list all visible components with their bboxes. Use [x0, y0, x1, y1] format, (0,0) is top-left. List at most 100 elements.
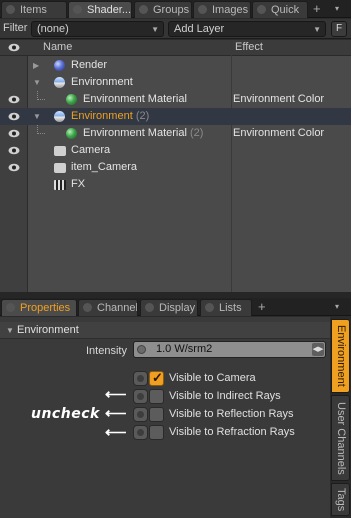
tree-row-environment[interactable]: ▼ Environment	[0, 74, 351, 91]
annotation-arrow-icon: ⟵	[105, 405, 127, 422]
camera-icon	[54, 163, 66, 173]
annotation-arrow-icon: ⟵	[105, 424, 127, 441]
slider-arrows-icon[interactable]: ◀▶	[312, 343, 324, 356]
tab-close-icon[interactable]	[6, 303, 15, 312]
tab-close-icon[interactable]	[6, 5, 15, 14]
side-tab-bar: Environment User Channels Tags	[330, 317, 351, 518]
eye-icon[interactable]	[8, 95, 20, 104]
intensity-field[interactable]: 1.0 W/srm2 ◀▶	[133, 341, 326, 358]
check-label: Visible to Indirect Rays	[169, 390, 281, 402]
collapse-arrow-icon[interactable]: ▼	[33, 108, 41, 125]
tab-lists[interactable]: Lists	[200, 299, 252, 316]
tab-close-icon[interactable]	[205, 303, 214, 312]
material-sphere-icon	[66, 128, 77, 139]
eye-icon[interactable]	[8, 112, 20, 121]
tree-row-camera[interactable]: Camera	[0, 142, 351, 159]
collapse-arrow-icon[interactable]: ▼	[6, 322, 14, 339]
tab-channels[interactable]: Channels	[78, 299, 138, 316]
row-name: Environment Material	[83, 93, 187, 105]
tab-close-icon[interactable]	[83, 303, 92, 312]
intensity-label: Intensity	[86, 345, 127, 357]
tab-properties[interactable]: Properties	[1, 299, 77, 316]
row-name: Camera	[71, 144, 111, 156]
checkbox-visible-to-reflection-rays[interactable]	[149, 407, 164, 422]
animate-dot-icon[interactable]	[133, 407, 148, 422]
material-sphere-icon	[66, 94, 77, 105]
section-title: Environment	[17, 324, 79, 336]
animate-dot-icon[interactable]	[133, 425, 148, 440]
animate-dot-icon[interactable]	[133, 389, 148, 404]
column-name-header[interactable]: Name	[43, 41, 72, 53]
tree-row-render[interactable]: ▶ Render	[0, 57, 351, 74]
check-label: Visible to Reflection Rays	[169, 408, 294, 420]
tab-label: Channels	[97, 302, 138, 314]
row-name: Environment	[71, 76, 133, 88]
tree-row-fx[interactable]: FX	[0, 176, 351, 193]
section-header-environment[interactable]: ▼ Environment	[0, 322, 330, 339]
filter-bar: Filter (none) ▼ Add Layer ▼ F	[0, 19, 351, 39]
tree-row-item-camera[interactable]: item_Camera	[0, 159, 351, 176]
tab-close-icon[interactable]	[139, 5, 148, 14]
annotation-arrow-icon: ⟵	[105, 386, 127, 403]
top-tab-bar: Items Shader... Groups Images Quick + ▾	[0, 0, 351, 18]
add-layer-dropdown[interactable]: Add Layer ▼	[168, 21, 326, 37]
tab-label: Properties	[20, 302, 71, 314]
tree-row-environment-material-2[interactable]: Environment Material (2) Environment Col…	[0, 125, 351, 142]
checkbox-visible-to-refraction-rays[interactable]	[149, 425, 164, 440]
tab-label: Lists	[219, 302, 242, 314]
row-name: Environment	[71, 110, 133, 122]
eye-icon[interactable]	[8, 129, 20, 138]
checkbox-visible-to-indirect-rays[interactable]	[149, 389, 164, 404]
intensity-value: 1.0 W/srm2	[156, 343, 213, 355]
tree-row-environment-material[interactable]: Environment Material Environment Color	[0, 91, 351, 108]
eye-icon[interactable]	[8, 163, 20, 172]
animate-dot-icon[interactable]	[133, 371, 148, 386]
tab-shader-tree[interactable]: Shader...	[68, 1, 132, 18]
filter-f-button[interactable]: F	[331, 21, 347, 37]
side-tab-user-channels[interactable]: User Channels	[331, 395, 350, 481]
tree-connector	[37, 91, 45, 100]
tree-header: Name Effect	[0, 40, 351, 56]
chevron-down-icon: ▼	[313, 25, 321, 34]
tab-menu-caret-icon[interactable]: ▾	[335, 1, 339, 17]
row-name: FX	[71, 178, 86, 190]
row-count: (2)	[190, 127, 204, 139]
tab-images[interactable]: Images	[193, 1, 251, 18]
row-name: item_Camera	[71, 161, 138, 173]
camera-icon	[54, 146, 66, 156]
chevron-down-icon: ▼	[151, 25, 159, 34]
filter-dropdown[interactable]: (none) ▼	[31, 21, 164, 37]
eye-icon	[8, 43, 20, 52]
add-tab-button[interactable]: +	[258, 299, 266, 315]
tab-display[interactable]: Display	[140, 299, 198, 316]
collapse-arrow-icon[interactable]: ▼	[33, 74, 41, 91]
tab-close-icon[interactable]	[145, 303, 154, 312]
tab-close-icon[interactable]	[73, 5, 82, 14]
tree-row-environment-2[interactable]: ▼ Environment (2)	[0, 108, 351, 125]
tab-label: Items	[20, 4, 47, 16]
shader-tree: Name Effect ▶ Render ▼ Environment Envir…	[0, 40, 351, 292]
row-name: Environment Material	[83, 127, 187, 139]
side-tab-tags[interactable]: Tags	[331, 483, 350, 516]
tab-close-icon[interactable]	[198, 5, 207, 14]
side-tab-environment[interactable]: Environment	[331, 319, 350, 393]
tab-label: Images	[212, 4, 249, 16]
environment-icon	[54, 77, 65, 88]
tab-items[interactable]: Items	[1, 1, 67, 18]
tab-label: Quick	[271, 4, 300, 16]
tab-label: Shader...	[87, 4, 132, 16]
tab-groups[interactable]: Groups	[134, 1, 192, 18]
add-tab-button[interactable]: +	[313, 1, 321, 17]
eye-icon[interactable]	[8, 146, 20, 155]
tab-menu-caret-icon[interactable]: ▾	[335, 299, 339, 315]
row-count: (2)	[135, 110, 150, 122]
filter-label: Filter	[3, 22, 28, 34]
bottom-tab-bar: Properties Channels Display Lists + ▾	[0, 298, 351, 316]
envelope-dot-icon[interactable]	[137, 345, 146, 354]
render-sphere-icon	[54, 60, 65, 71]
tab-quick[interactable]: Quick	[252, 1, 308, 18]
tab-close-icon[interactable]	[257, 5, 266, 14]
column-effect-header[interactable]: Effect	[235, 41, 263, 53]
expand-arrow-icon[interactable]: ▶	[33, 57, 39, 74]
checkbox-visible-to-camera[interactable]	[149, 370, 164, 386]
